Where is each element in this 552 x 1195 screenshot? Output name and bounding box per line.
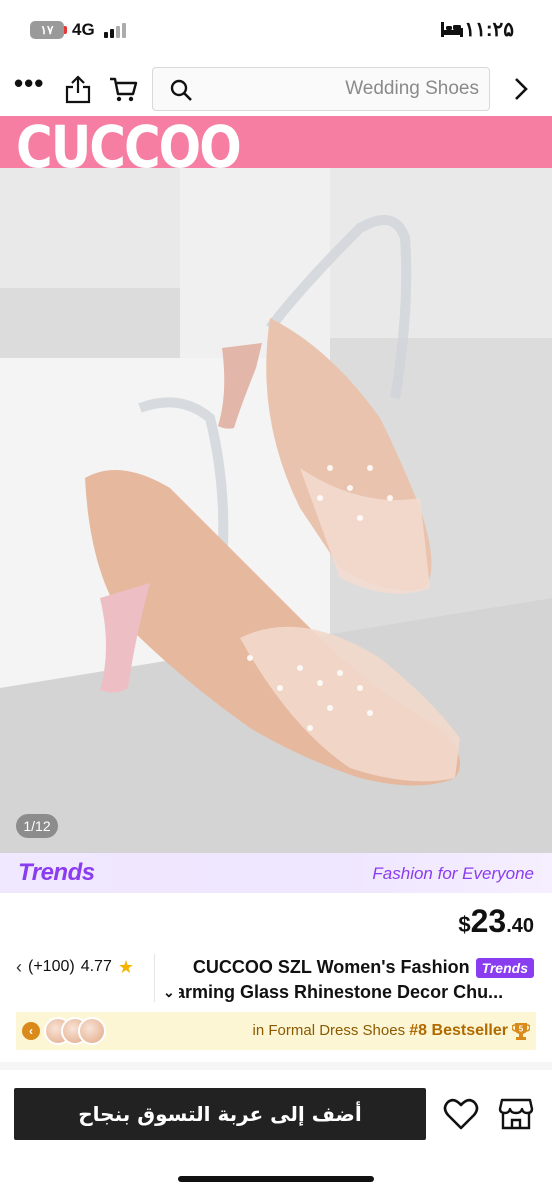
review-count: (+100) <box>28 958 75 975</box>
bestseller-text: in Formal Dress Shoes #8 Bestseller <box>253 1022 508 1040</box>
chevron-down-icon[interactable]: ⌄ <box>163 984 179 1001</box>
price-integer: 23 <box>470 903 507 939</box>
share-icon[interactable] <box>64 74 92 104</box>
product-title: CUCCOO SZL Women's Fashion Trends <box>193 957 534 978</box>
search-bar[interactable] <box>152 67 490 111</box>
nav-bar: ••• <box>0 62 552 116</box>
network-label: 4G <box>72 20 95 39</box>
more-icon[interactable]: ••• <box>14 70 50 101</box>
home-indicator <box>178 1176 374 1182</box>
signal-icon <box>104 22 130 38</box>
search-input[interactable] <box>203 68 479 110</box>
forward-icon[interactable] <box>512 76 530 102</box>
store-icon[interactable] <box>498 1097 534 1131</box>
trends-logo: Trends <box>18 859 95 886</box>
battery-icon: ۱۷ <box>30 21 67 39</box>
cart-icon[interactable] <box>108 74 138 104</box>
chevron-left-circle-icon: ‹ <box>22 1022 40 1040</box>
trophy-number: 5 <box>519 1025 524 1034</box>
trophy-icon: 5 <box>512 1023 530 1040</box>
bestseller-category: in Formal Dress Shoes <box>252 1022 406 1039</box>
price-decimal: .40 <box>506 915 534 937</box>
heart-icon[interactable] <box>443 1097 479 1131</box>
bestseller-strip[interactable]: ‹ in Formal Dress Shoes #8 Bestseller 5 <box>16 1012 536 1050</box>
product-gallery[interactable]: CUCCOO 1/12 <box>0 116 552 853</box>
star-icon: ★ <box>117 956 134 977</box>
chevron-left-icon: ‹ <box>16 956 22 977</box>
trends-tagline: Fashion for Everyone <box>372 864 534 883</box>
rating-value: 4.77 <box>80 958 112 975</box>
thumbnail <box>78 1017 106 1045</box>
status-bar: ۱۷ 4G ۱۱:۲۵ <box>0 0 552 60</box>
search-icon[interactable] <box>169 78 193 102</box>
bestseller-thumbnails <box>44 1017 106 1045</box>
status-time: ۱۱:۲۵ <box>464 19 514 41</box>
product-title-text: CUCCOO SZL Women's Fashion <box>192 957 470 977</box>
product-title-continued: harming Glass Rhinestone Decor Chu... <box>164 982 504 1002</box>
section-separator <box>0 1062 552 1070</box>
trends-strip[interactable]: Trends Fashion for Everyone <box>0 853 552 893</box>
divider <box>154 954 155 1002</box>
price-currency: $ <box>458 912 471 937</box>
rating-summary[interactable]: ‹ (+100) 4.77 ★ <box>16 955 134 979</box>
product-photo[interactable] <box>0 168 552 853</box>
bed-icon <box>441 22 463 37</box>
image-counter: 1/12 <box>16 814 58 838</box>
bestseller-rank: #8 Bestseller <box>409 1022 508 1039</box>
brand-banner: CUCCOO <box>0 116 552 181</box>
trends-badge: Trends <box>475 957 534 978</box>
product-price: $23.40 <box>458 903 534 940</box>
add-to-cart-button[interactable]: أضف إلى عربة التسوق بنجاح <box>14 1088 426 1140</box>
